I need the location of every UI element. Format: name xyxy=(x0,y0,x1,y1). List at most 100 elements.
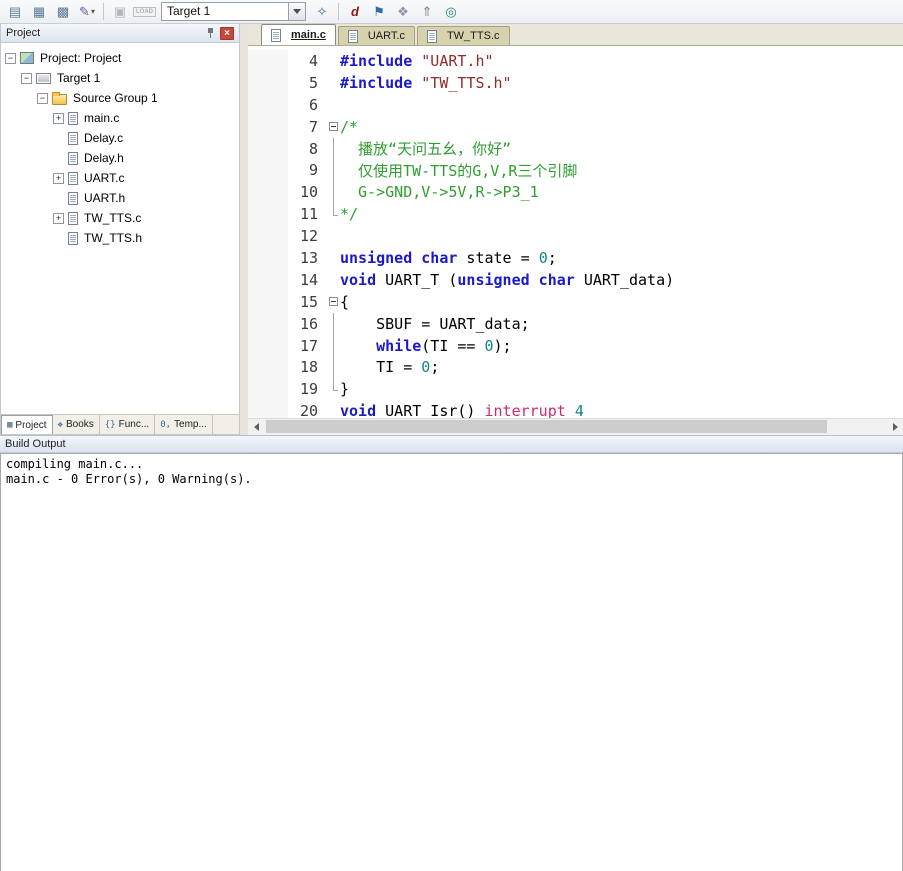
rebuild-all-icon[interactable]: ▩ xyxy=(52,2,74,22)
breakpoint-margin[interactable] xyxy=(248,94,288,116)
code-line-8[interactable]: 8 播放“天问五幺，你好” xyxy=(248,138,903,160)
analysis-windows-icon[interactable]: ◎ xyxy=(440,2,462,22)
line-number[interactable]: 15 xyxy=(288,293,326,311)
breakpoint-margin[interactable] xyxy=(248,378,288,400)
code-line-16[interactable]: 16 SBUF = UART_data; xyxy=(248,313,903,335)
expand-icon[interactable]: + xyxy=(53,113,64,124)
line-number[interactable]: 20 xyxy=(288,402,326,418)
line-number[interactable]: 10 xyxy=(288,183,326,201)
scrollbar-track[interactable] xyxy=(264,419,887,435)
code-line-20[interactable]: 20void UART_Isr() interrupt 4 xyxy=(248,400,903,418)
line-number[interactable]: 14 xyxy=(288,271,326,289)
tree-item-source-group-1[interactable]: −Source Group 1 xyxy=(1,88,239,108)
editor-tab-tw-tts-c[interactable]: TW_TTS.c xyxy=(417,26,510,45)
breakpoint-margin[interactable] xyxy=(248,203,288,225)
tree-item-tw-tts-h[interactable]: TW_TTS.h xyxy=(1,228,239,248)
code-line-19[interactable]: 19} xyxy=(248,378,903,400)
panel-tab-books[interactable]: ❖Books xyxy=(53,415,100,434)
line-number[interactable]: 4 xyxy=(288,52,326,70)
line-number[interactable]: 13 xyxy=(288,249,326,267)
line-number[interactable]: 11 xyxy=(288,205,326,223)
breakpoint-margin[interactable] xyxy=(248,247,288,269)
scrollbar-thumb[interactable] xyxy=(266,420,827,433)
code-line-9[interactable]: 9 仅使用TW-TTS的G,V,R三个引脚 xyxy=(248,159,903,181)
goto-definition-icon[interactable]: ⇑ xyxy=(416,2,438,22)
line-number[interactable]: 12 xyxy=(288,227,326,245)
line-number[interactable]: 5 xyxy=(288,74,326,92)
tree-item-uart-c[interactable]: +UART.c xyxy=(1,168,239,188)
breakpoint-margin[interactable] xyxy=(248,116,288,138)
code-line-10[interactable]: 10 G->GND,V->5V,R->P3_1 xyxy=(248,181,903,203)
breakpoint-margin[interactable] xyxy=(248,138,288,160)
line-number[interactable]: 19 xyxy=(288,380,326,398)
editor-tab-uart-c[interactable]: UART.c xyxy=(338,26,415,45)
tree-item-uart-h[interactable]: UART.h xyxy=(1,188,239,208)
code-line-4[interactable]: 4#include "UART.h" xyxy=(248,50,903,72)
kill-breakpoints-icon[interactable]: ❖ xyxy=(392,2,414,22)
breakpoint-flag-icon[interactable]: ⚑ xyxy=(368,2,390,22)
panel-tab-func[interactable]: {}Func... xyxy=(100,415,155,434)
breakpoint-margin[interactable] xyxy=(248,356,288,378)
code-editor[interactable]: 4#include "UART.h"5#include "TW_TTS.h" 6 7… xyxy=(248,46,903,418)
close-icon[interactable] xyxy=(220,27,234,40)
tree-item-delay-c[interactable]: Delay.c xyxy=(1,128,239,148)
line-number[interactable]: 16 xyxy=(288,315,326,333)
code-line-7[interactable]: 7/* xyxy=(248,116,903,138)
line-number[interactable]: 6 xyxy=(288,96,326,114)
expand-icon[interactable]: + xyxy=(53,173,64,184)
horizontal-scrollbar[interactable] xyxy=(248,418,903,435)
collapse-icon[interactable]: − xyxy=(37,93,48,104)
pin-icon[interactable] xyxy=(203,26,218,40)
breakpoint-margin[interactable] xyxy=(248,335,288,357)
code-line-17[interactable]: 17 while(TI == 0); xyxy=(248,335,903,357)
breakpoint-margin[interactable] xyxy=(248,50,288,72)
code-line-15[interactable]: 15{ xyxy=(248,291,903,313)
options-for-target-icon[interactable]: ✧ xyxy=(311,2,333,22)
panel-tab-project[interactable]: ▦Project xyxy=(1,415,53,434)
target-select[interactable]: Target 1 xyxy=(161,2,306,21)
target-dropdown-icon[interactable] xyxy=(289,2,306,21)
build-output-header[interactable]: Build Output xyxy=(0,435,903,453)
breakpoint-margin[interactable] xyxy=(248,291,288,313)
fold-collapse-icon[interactable] xyxy=(329,122,338,131)
breakpoint-margin[interactable] xyxy=(248,181,288,203)
code-line-11[interactable]: 11*/ xyxy=(248,203,903,225)
breakpoint-margin[interactable] xyxy=(248,313,288,335)
translate-file-icon[interactable]: ▤ xyxy=(4,2,26,22)
batch-build-icon[interactable]: ✎▾ xyxy=(76,2,98,22)
fold-collapse-icon[interactable] xyxy=(329,297,338,306)
line-number[interactable]: 8 xyxy=(288,140,326,158)
scroll-right-icon[interactable] xyxy=(887,419,903,435)
code-line-14[interactable]: 14void UART_T (unsigned char UART_data) xyxy=(248,269,903,291)
breakpoint-margin[interactable] xyxy=(248,269,288,291)
line-number[interactable]: 18 xyxy=(288,358,326,376)
fold-margin[interactable] xyxy=(326,116,340,138)
code-line-13[interactable]: 13unsigned char state = 0; xyxy=(248,247,903,269)
tree-item-tw-tts-c[interactable]: +TW_TTS.c xyxy=(1,208,239,228)
tree-item-delay-h[interactable]: Delay.h xyxy=(1,148,239,168)
collapse-icon[interactable]: − xyxy=(21,73,32,84)
panel-splitter[interactable] xyxy=(240,24,248,435)
code-line-6[interactable]: 6 xyxy=(248,94,903,116)
line-number[interactable]: 17 xyxy=(288,337,326,355)
editor-tab-main-c[interactable]: main.c xyxy=(261,24,336,45)
code-line-5[interactable]: 5#include "TW_TTS.h" xyxy=(248,72,903,94)
tree-item-project-project[interactable]: −Project: Project xyxy=(1,48,239,68)
collapse-icon[interactable]: − xyxy=(5,53,16,64)
line-number[interactable]: 7 xyxy=(288,118,326,136)
code-line-18[interactable]: 18 TI = 0; xyxy=(248,356,903,378)
breakpoint-margin[interactable] xyxy=(248,400,288,418)
tree-item-target-1[interactable]: −Target 1 xyxy=(1,68,239,88)
breakpoint-margin[interactable] xyxy=(248,72,288,94)
scroll-left-icon[interactable] xyxy=(248,419,264,435)
expand-icon[interactable]: + xyxy=(53,213,64,224)
line-number[interactable]: 9 xyxy=(288,161,326,179)
dropdown-caret-icon[interactable]: ▾ xyxy=(91,7,95,16)
fold-margin[interactable] xyxy=(326,291,340,313)
breakpoint-margin[interactable] xyxy=(248,159,288,181)
code-line-12[interactable]: 12 xyxy=(248,225,903,247)
debug-session-icon[interactable]: d xyxy=(344,2,366,22)
breakpoint-margin[interactable] xyxy=(248,225,288,247)
panel-tab-temp[interactable]: 0,Temp... xyxy=(155,415,213,434)
tree-item-main-c[interactable]: +main.c xyxy=(1,108,239,128)
